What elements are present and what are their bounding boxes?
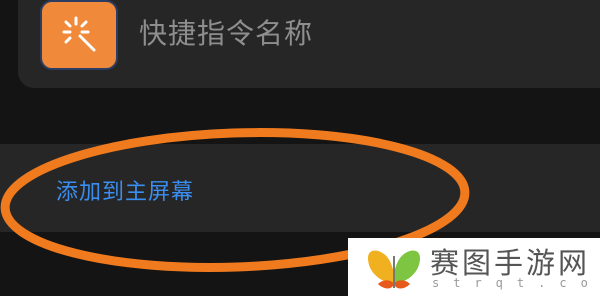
watermark: 赛图手游网 strqt.com: [348, 238, 600, 296]
shortcut-name-field[interactable]: 快捷指令名称: [139, 12, 313, 52]
watermark-url: strqt.com: [432, 276, 600, 290]
add-to-home-screen-button[interactable]: 添加到主屏幕: [56, 174, 194, 206]
sparkle-wand-icon[interactable]: [40, 0, 118, 70]
butterfly-logo-icon: [368, 250, 420, 289]
